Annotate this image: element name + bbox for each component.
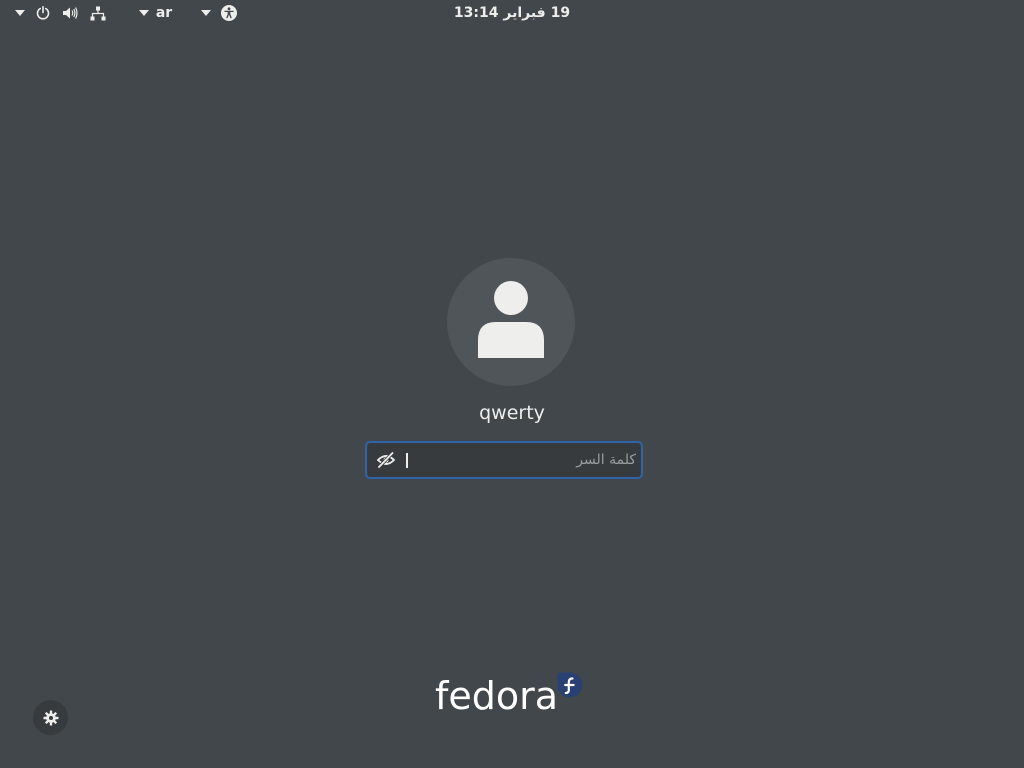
language-menu-arrow-icon[interactable] [136,0,152,26]
accessibility-menu-arrow-icon[interactable] [198,0,214,26]
hide-password-icon[interactable] [376,451,396,469]
username-label: qwerty [479,402,545,424]
clock-date-time[interactable]: 19 فبراير 13:14 [412,0,612,26]
fedora-logo: fedora [435,672,587,722]
fedora-logo-text: fedora [435,674,559,718]
system-menu-arrow-icon[interactable] [12,0,28,26]
language-label: ar [155,5,173,21]
volume-icon[interactable] [60,0,80,26]
accessibility-icon[interactable] [219,0,239,26]
password-entry[interactable] [365,441,643,479]
network-icon[interactable] [89,0,107,26]
user-avatar[interactable] [447,258,575,386]
user-silhouette-icon [478,281,544,358]
login-screen: ar 19 فبراير 13:14 qwerty fedora [0,0,1024,768]
fedora-badge-icon [557,672,583,698]
language-indicator[interactable]: ar [152,0,176,26]
gear-icon [43,710,58,725]
top-bar: ar 19 فبراير 13:14 [0,0,1024,26]
session-settings-button[interactable] [33,700,68,735]
power-icon[interactable] [34,0,52,26]
password-input[interactable] [411,443,636,477]
text-cursor [406,453,408,468]
